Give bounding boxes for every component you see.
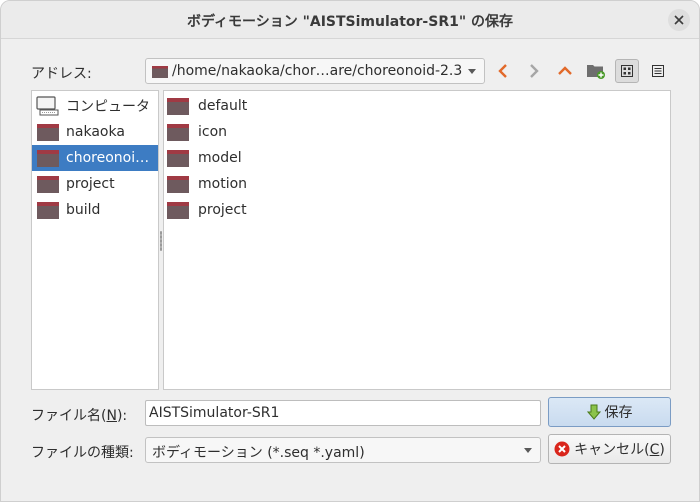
places-sidebar: コンピュータ nakaoka choreonoi… project build (31, 90, 159, 390)
folder-icon (166, 148, 192, 168)
sidebar-item-choreonoid[interactable]: choreonoi… (32, 145, 158, 171)
detail-view-button[interactable] (646, 59, 670, 83)
chevron-down-icon (524, 448, 532, 453)
file-list: default icon model motion project (163, 90, 671, 390)
folder-icon (166, 200, 192, 220)
icon-view-button[interactable] (615, 59, 639, 83)
list-item[interactable]: project (166, 197, 247, 223)
file-name: icon (198, 124, 228, 140)
sidebar-item-label: コンピュータ (66, 99, 150, 115)
list-item[interactable]: model (166, 145, 242, 171)
forward-icon (530, 64, 539, 78)
sidebar-item-label: nakaoka (66, 124, 125, 140)
window-title: ボディモーション "AISTSimulator-SR1" の保存 (186, 14, 514, 30)
filetype-value: ボディモーション (*.seq *.yaml) (152, 445, 365, 461)
folder-icon (152, 66, 168, 78)
file-name: model (198, 150, 242, 166)
filename-field[interactable] (145, 400, 541, 426)
address-label: アドレス: (31, 66, 92, 82)
filename-label: ファイル名(N): (31, 408, 128, 424)
save-dialog: ボディモーション "AISTSimulator-SR1" の保存 アドレス: /… (0, 0, 700, 502)
back-button[interactable] (491, 59, 515, 83)
new-folder-icon (587, 65, 605, 79)
forward-button[interactable] (522, 59, 546, 83)
filetype-label: ファイルの種類: (31, 445, 134, 461)
save-button-label: 保存 (604, 405, 633, 421)
close-icon (674, 15, 684, 25)
title-bar: ボディモーション "AISTSimulator-SR1" の保存 (1, 1, 699, 39)
back-icon (498, 64, 507, 78)
file-name: motion (198, 176, 248, 192)
sidebar-item-label: build (66, 202, 101, 218)
sidebar-item-computer[interactable]: コンピュータ (32, 93, 158, 119)
icon-view-icon (621, 65, 633, 77)
list-item[interactable]: motion (166, 171, 247, 197)
detail-view-icon (652, 65, 664, 77)
cancel-button-label: キャンセル(C) (574, 442, 665, 458)
arrow-down-icon (586, 404, 601, 420)
file-name: project (198, 202, 247, 218)
sidebar-item-label: choreonoi… (66, 150, 150, 166)
computer-icon (36, 96, 60, 116)
folder-icon (166, 174, 192, 194)
folder-icon (36, 148, 60, 168)
file-name: default (198, 98, 248, 114)
sidebar-item-label: project (66, 176, 115, 192)
sidebar-item-build[interactable]: build (32, 197, 158, 223)
folder-icon (36, 200, 60, 220)
sidebar-item-nakaoka[interactable]: nakaoka (32, 119, 158, 145)
cancel-button[interactable]: キャンセル(C) (548, 434, 671, 464)
parent-dir-icon (558, 66, 572, 75)
close-button[interactable] (668, 9, 690, 31)
chevron-down-icon (468, 69, 476, 74)
new-folder-button[interactable] (584, 59, 608, 83)
cancel-icon (554, 441, 570, 457)
sidebar-item-project[interactable]: project (32, 171, 158, 197)
folder-icon (36, 122, 60, 142)
folder-icon (166, 96, 192, 116)
folder-icon (166, 122, 192, 142)
pane-splitter[interactable] (160, 231, 162, 251)
path-combo[interactable]: /home/nakaoka/chor…are/choreonoid-2.3 (145, 58, 485, 84)
folder-icon (36, 174, 60, 194)
list-item[interactable]: default (166, 93, 247, 119)
list-item[interactable]: icon (166, 119, 227, 145)
path-text: /home/nakaoka/chor…are/choreonoid-2.3 (172, 63, 463, 79)
filetype-combo[interactable]: ボディモーション (*.seq *.yaml) (145, 437, 541, 463)
parent-dir-button[interactable] (553, 59, 577, 83)
save-button[interactable]: 保存 (548, 397, 671, 427)
